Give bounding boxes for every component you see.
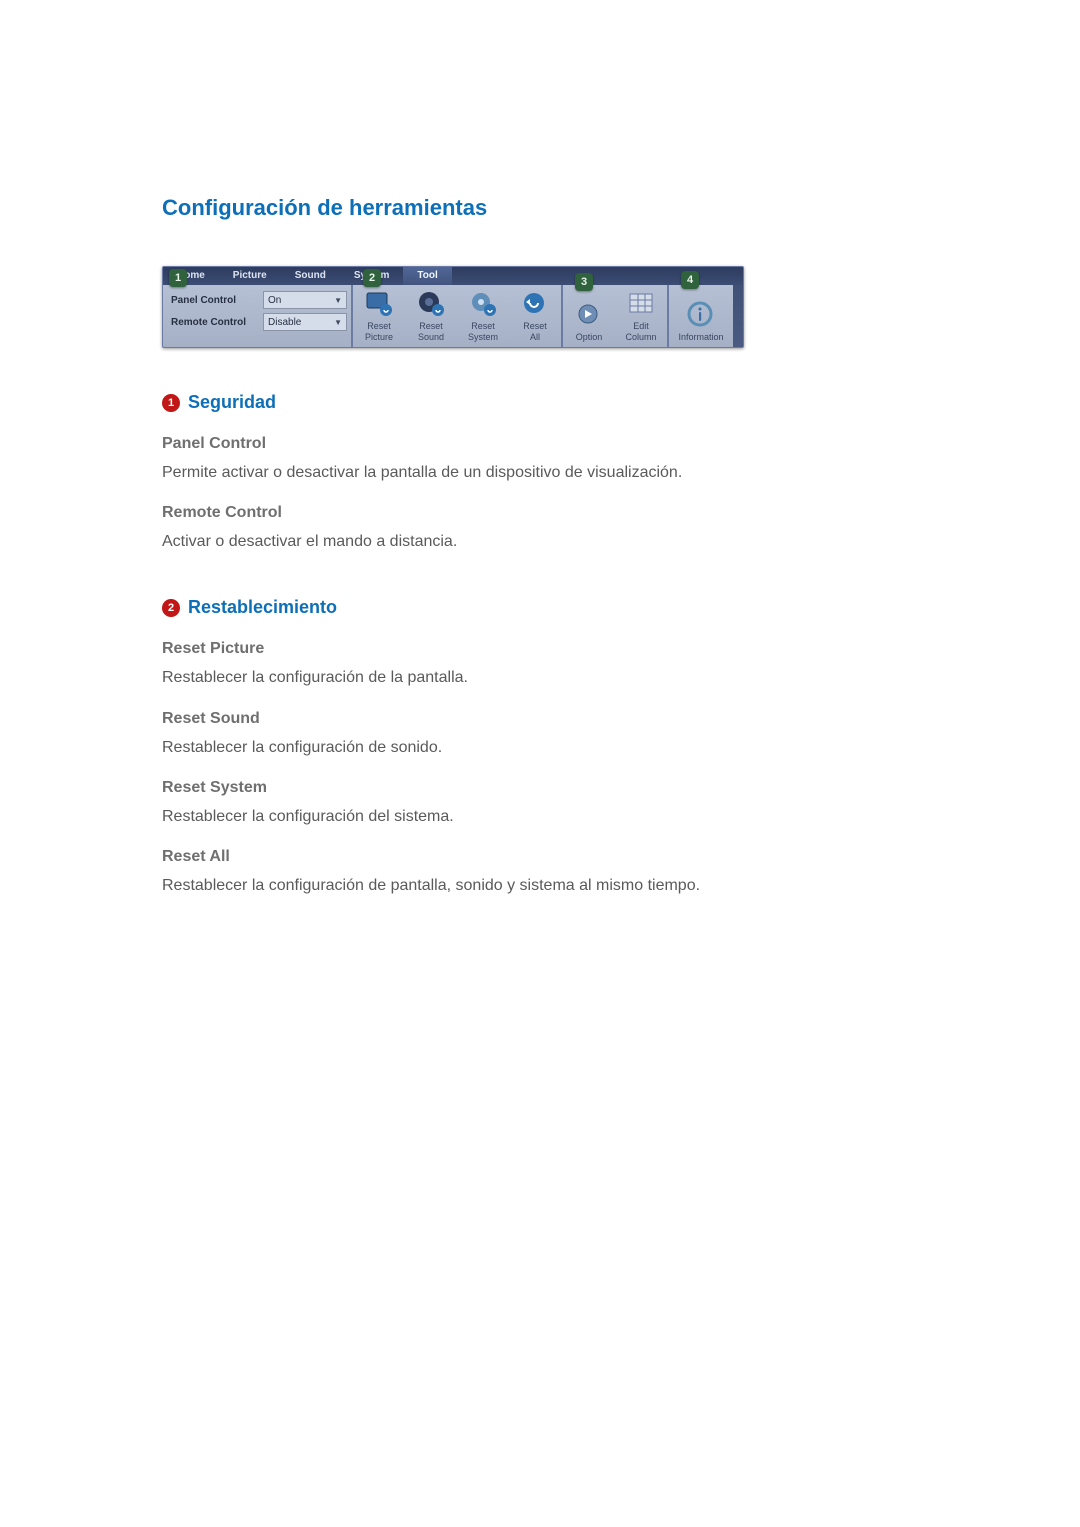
callout-4: 4 — [681, 271, 699, 289]
option-group: Option Edit Column — [563, 285, 667, 347]
security-panel: Panel Control On ▼ Remote Control Disabl… — [163, 285, 351, 347]
page-title: Configuración de herramientas — [162, 195, 915, 221]
item-title: Reset Sound — [162, 710, 915, 728]
remote-control-label: Remote Control — [171, 317, 263, 328]
chevron-down-icon: ▼ — [334, 296, 342, 305]
item-title: Panel Control — [162, 435, 915, 453]
button-label: Option — [576, 332, 603, 343]
reset-all-button[interactable]: Reset All — [509, 285, 561, 347]
section-seguridad: 1 Seguridad Panel Control Permite activa… — [162, 392, 915, 553]
reset-group: Reset Picture Reset Sound Reset System — [353, 285, 561, 347]
button-label: Reset All — [523, 321, 547, 343]
item-desc: Activar o desactivar el mando a distanci… — [162, 530, 915, 553]
tab-sound[interactable]: Sound — [281, 267, 340, 285]
reset-all-icon — [520, 289, 550, 319]
panel-control-select[interactable]: On ▼ — [263, 291, 347, 309]
item-desc: Restablecer la configuración de la panta… — [162, 666, 915, 689]
info-group: Information — [669, 285, 733, 347]
panel-control-label: Panel Control — [171, 295, 263, 306]
section-heading: Seguridad — [188, 392, 276, 413]
remote-control-value: Disable — [268, 317, 301, 328]
info-icon — [686, 300, 716, 330]
reset-sound-icon — [416, 289, 446, 319]
option-button[interactable]: Option — [563, 285, 615, 347]
button-label: Edit Column — [625, 321, 656, 343]
reset-system-icon — [468, 289, 498, 319]
item-desc: Restablecer la configuración de pantalla… — [162, 874, 915, 897]
toolbar-tabs: Home Picture Sound System Tool — [163, 267, 743, 285]
tab-picture[interactable]: Picture — [219, 267, 281, 285]
item-desc: Permite activar o desactivar la pantalla… — [162, 461, 915, 484]
edit-column-icon — [626, 289, 656, 319]
section-heading: Restablecimiento — [188, 597, 337, 618]
button-label: Reset System — [468, 321, 498, 343]
button-label: Reset Sound — [418, 321, 444, 343]
edit-column-button[interactable]: Edit Column — [615, 285, 667, 347]
callout-3: 3 — [575, 273, 593, 291]
reset-picture-button[interactable]: Reset Picture — [353, 285, 405, 347]
section-number-badge: 1 — [162, 394, 180, 412]
callout-2: 2 — [363, 269, 381, 287]
chevron-down-icon: ▼ — [334, 318, 342, 327]
button-label: Reset Picture — [365, 321, 393, 343]
information-button[interactable]: Information — [669, 285, 733, 347]
item-desc: Restablecer la configuración de sonido. — [162, 736, 915, 759]
panel-control-value: On — [268, 295, 281, 306]
section-number-badge: 2 — [162, 599, 180, 617]
reset-system-button[interactable]: Reset System — [457, 285, 509, 347]
tab-tool[interactable]: Tool — [403, 267, 451, 285]
item-title: Remote Control — [162, 504, 915, 522]
button-label: Information — [678, 332, 723, 343]
reset-sound-button[interactable]: Reset Sound — [405, 285, 457, 347]
item-desc: Restablecer la configuración del sistema… — [162, 805, 915, 828]
toolbar-screenshot: 1 2 3 4 Home Picture Sound System Tool P… — [162, 266, 744, 348]
section-restablecimiento: 2 Restablecimiento Reset Picture Restabl… — [162, 597, 915, 897]
reset-picture-icon — [364, 289, 394, 319]
remote-control-select[interactable]: Disable ▼ — [263, 313, 347, 331]
callout-1: 1 — [169, 269, 187, 287]
item-title: Reset System — [162, 779, 915, 797]
option-icon — [574, 300, 604, 330]
item-title: Reset Picture — [162, 640, 915, 658]
item-title: Reset All — [162, 848, 915, 866]
